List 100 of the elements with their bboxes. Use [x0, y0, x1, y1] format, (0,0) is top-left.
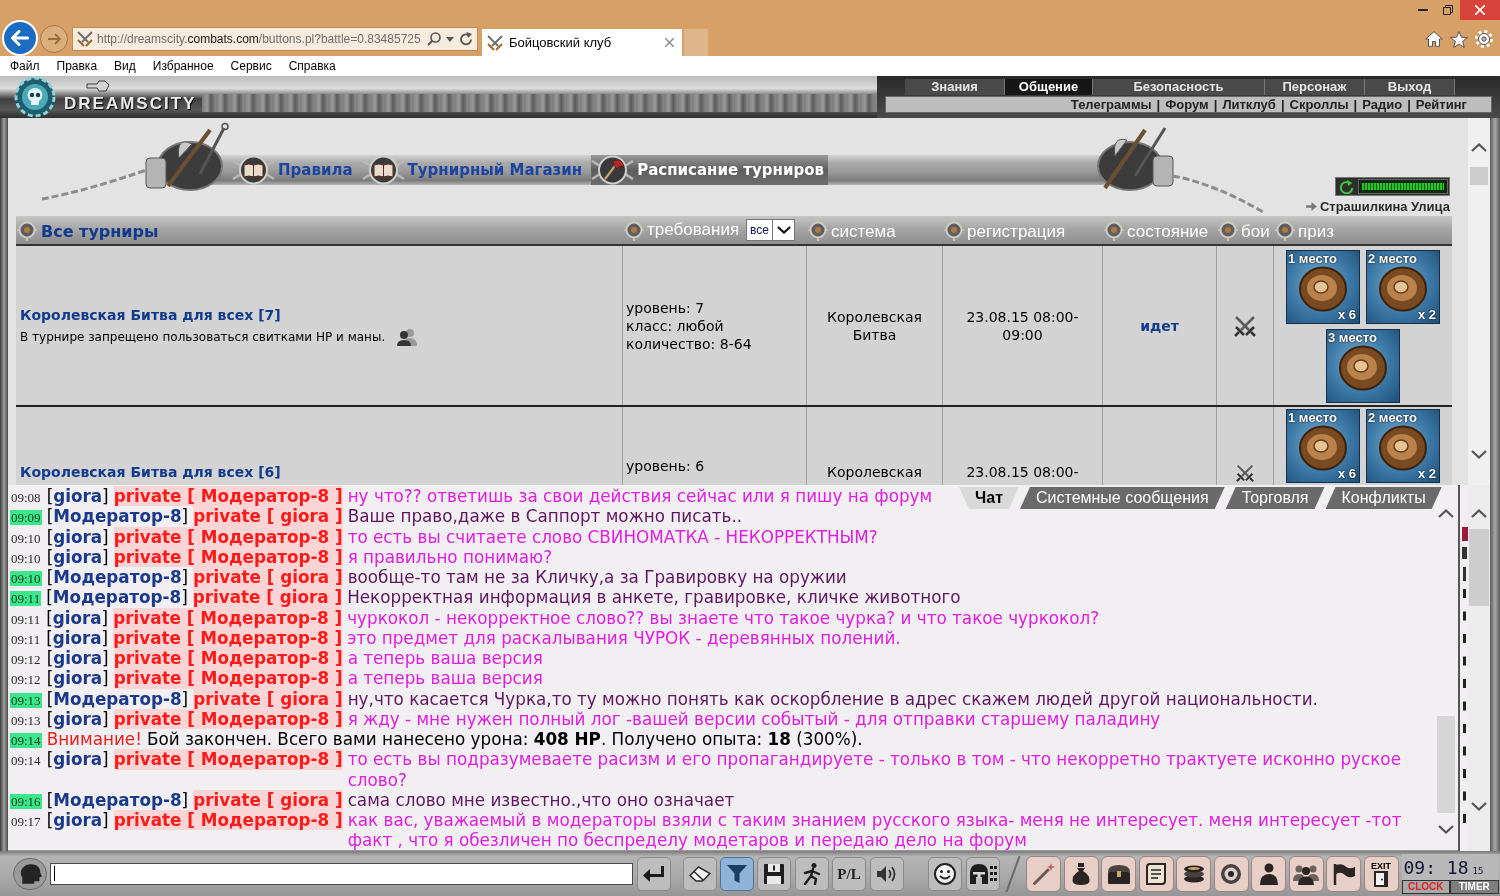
sender-name[interactable]: [giora]: [46, 486, 109, 507]
menu-item[interactable]: Справка: [288, 58, 336, 74]
logo-text[interactable]: DREAMSCITY: [64, 95, 197, 113]
settings-icon[interactable]: [1475, 30, 1493, 48]
star-icon[interactable]: [1450, 30, 1468, 48]
subnav-link[interactable]: Литклуб: [1222, 97, 1276, 112]
chat-tab[interactable]: Чат: [959, 487, 1019, 509]
nav-tab[interactable]: Персонаж: [1265, 79, 1365, 95]
close-icon[interactable]: [665, 38, 674, 47]
nav-tab[interactable]: Знания: [905, 79, 1005, 95]
refresh-icon[interactable]: [1339, 179, 1355, 194]
chat-input[interactable]: [50, 862, 633, 885]
location-text: Страшилкина Улица: [1319, 199, 1450, 214]
filter-select[interactable]: все: [746, 219, 795, 241]
sender-name[interactable]: [giora]: [46, 627, 109, 648]
head-button[interactable]: [13, 857, 47, 890]
sender-name[interactable]: [Модератор-8]: [46, 506, 189, 527]
caret-down-icon[interactable]: [446, 36, 454, 42]
toolbar-button[interactable]: [1288, 855, 1324, 892]
sender-name[interactable]: [giora]: [46, 648, 109, 669]
close-button[interactable]: [1460, 0, 1500, 20]
chevron-up-icon[interactable]: [1471, 143, 1487, 152]
chevron-up-icon[interactable]: [1471, 509, 1487, 518]
sender-name[interactable]: [giora]: [46, 749, 109, 770]
toolbar-button[interactable]: [1176, 855, 1211, 892]
sender-name[interactable]: [Модератор-8]: [46, 688, 189, 709]
sender-name[interactable]: [Модератор-8]: [46, 789, 189, 810]
column-header-link[interactable]: Все турниры: [41, 221, 159, 242]
column-header: приз: [1298, 221, 1334, 242]
sender-name[interactable]: [giora]: [46, 810, 109, 831]
nav-tab[interactable]: Безопасность: [1093, 79, 1265, 95]
toolbar-button[interactable]: EXIT: [1363, 855, 1399, 892]
message-time: 09:09: [10, 510, 42, 526]
prize-tile[interactable]: 3 место: [1326, 329, 1400, 403]
subnav-link[interactable]: Телеграммы: [1070, 97, 1152, 112]
sender-name[interactable]: [Модератор-8]: [46, 587, 188, 608]
nav-tab[interactable]: Выход: [1365, 79, 1455, 95]
clock-mode-tab[interactable]: TIMER: [1450, 879, 1499, 894]
chevron-down-icon[interactable]: [1471, 802, 1487, 811]
back-button[interactable]: [2, 19, 38, 56]
crossed-swords-icon[interactable]: [1236, 464, 1254, 482]
tournament-title[interactable]: Королевская Битва для всех [7]: [20, 305, 281, 324]
prize-tile[interactable]: 1 место x 6: [1286, 409, 1360, 483]
toolbar-button[interactable]: [1213, 855, 1249, 892]
toolbar-button[interactable]: [1063, 855, 1099, 892]
toolbar-button[interactable]: [1326, 855, 1361, 892]
toolbar-button[interactable]: [683, 856, 717, 891]
toolbar-button[interactable]: [1138, 855, 1174, 892]
skull-emblem-icon[interactable]: [14, 76, 56, 118]
chevron-up-icon[interactable]: [1438, 509, 1454, 518]
smiley-icon: [934, 862, 956, 885]
subnav-link[interactable]: Форум: [1165, 97, 1209, 112]
chevron-down-icon[interactable]: [1471, 450, 1487, 459]
scrollbar-thumb[interactable]: [1437, 716, 1455, 813]
toolbar-button[interactable]: [757, 856, 791, 891]
sender-name[interactable]: [giora]: [46, 708, 109, 729]
page-tab[interactable]: Расписание турниров: [591, 155, 828, 185]
sender-name[interactable]: [giora]: [46, 668, 109, 689]
menu-item[interactable]: Избранное: [152, 58, 214, 74]
toolbar-button[interactable]: [1101, 855, 1136, 892]
round-shield-icon: [1298, 425, 1348, 471]
toolbar-button[interactable]: [928, 856, 962, 891]
prize-tile[interactable]: 2 место x 2: [1366, 250, 1440, 324]
search-icon[interactable]: [427, 32, 441, 46]
system-text: Королевская: [827, 463, 922, 481]
prize-tile[interactable]: 2 место x 2: [1366, 409, 1440, 483]
crossed-swords-icon[interactable]: [1234, 314, 1256, 337]
refresh-icon[interactable]: [459, 32, 473, 46]
scrollbar-thumb[interactable]: [1469, 529, 1489, 606]
sender-name[interactable]: [giora]: [46, 546, 109, 567]
toolbar-button[interactable]: [1251, 855, 1286, 892]
message-text: как вас, уважаемый в модераторы взяли с таким знанием русского языка- меня не интересует. меня интересует -тот факт , что я обезличен по беспределу модетаров и передаю дело на форум: [347, 810, 1403, 850]
subnav-link[interactable]: Рейтинг: [1415, 97, 1467, 112]
menu-item[interactable]: Файл: [10, 58, 40, 74]
toolbar-button[interactable]: [795, 856, 829, 891]
scrollbar-thumb[interactable]: [1470, 167, 1488, 185]
tournament-title[interactable]: Королевская Битва для всех [6]: [20, 463, 281, 481]
address-field[interactable]: http://dreamscity.combats.com/buttons.pl?battle=0.83485725: [72, 27, 478, 51]
chevron-down-icon[interactable]: [1438, 825, 1454, 834]
home-icon[interactable]: [1425, 31, 1443, 47]
chat-tab[interactable]: Системные сообщения: [1020, 487, 1225, 509]
chat-tab[interactable]: Конфликты: [1325, 487, 1442, 509]
menu-item[interactable]: Вид: [114, 58, 136, 74]
toolbar-button[interactable]: P/L: [832, 856, 866, 891]
menu-item[interactable]: Сервис: [230, 58, 272, 74]
subnav-link[interactable]: Радио: [1362, 97, 1403, 112]
menu-item[interactable]: Правка: [56, 58, 98, 74]
sender-name[interactable]: [Модератор-8]: [46, 567, 189, 588]
prize-tile[interactable]: 1 место x 6: [1286, 250, 1360, 324]
toolbar-button[interactable]: [637, 856, 671, 891]
crosshair-emblem-icon: [943, 218, 965, 242]
toolbar-button[interactable]: [966, 856, 1000, 891]
sender-name[interactable]: [giora]: [46, 526, 109, 547]
chat-tab[interactable]: Торговля: [1225, 487, 1325, 509]
browser-tab[interactable]: Бойцовский клуб: [482, 29, 682, 56]
subnav-link[interactable]: Скроллы: [1289, 97, 1349, 112]
sender-name[interactable]: [giora]: [46, 607, 109, 628]
chevron-down-icon[interactable]: [776, 226, 791, 234]
toolbar-button[interactable]: [870, 856, 904, 891]
nav-tab[interactable]: Общение: [1005, 79, 1093, 95]
